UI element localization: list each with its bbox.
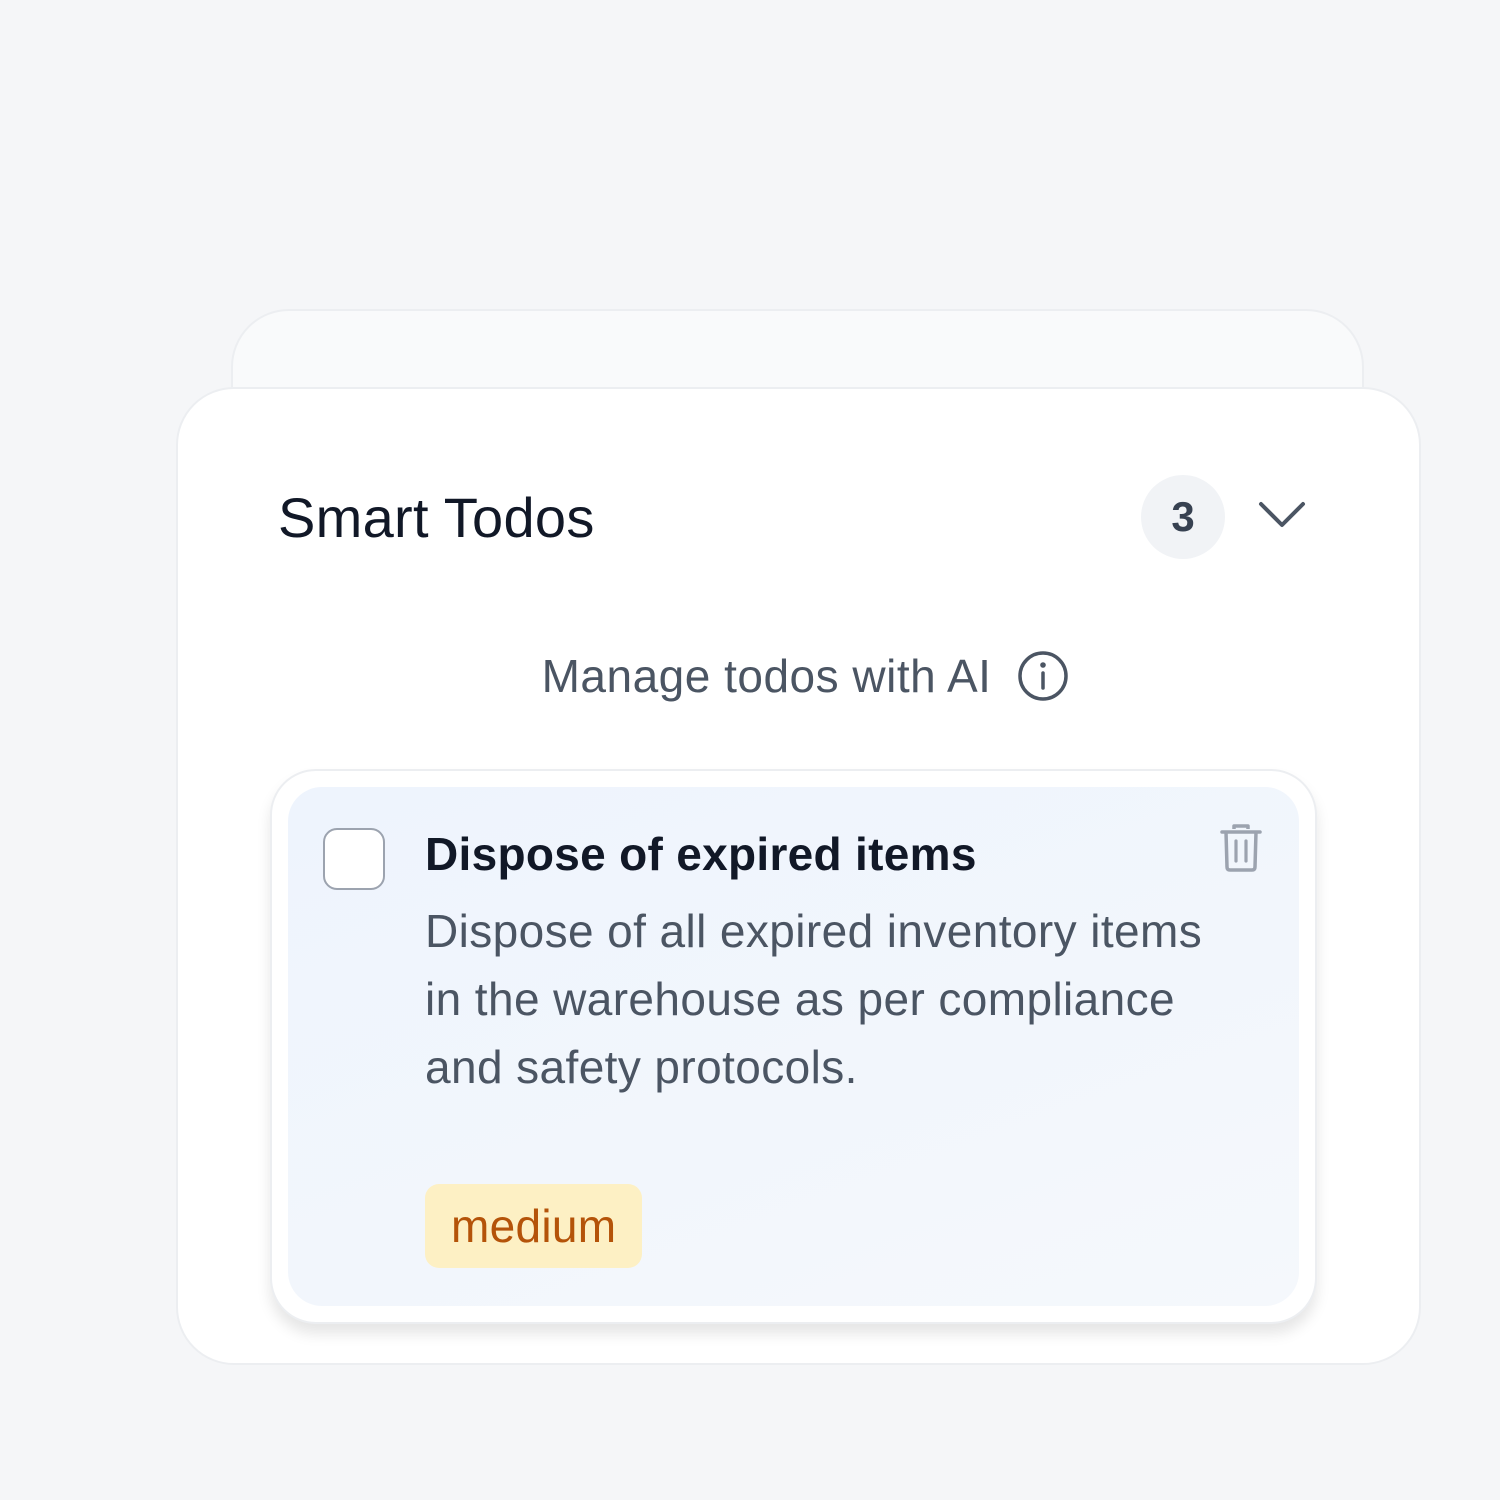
todo-item: Dispose of expired items Dispose of all …	[270, 769, 1317, 1324]
collapse-button[interactable]	[1252, 489, 1312, 539]
todo-description: Dispose of all expired inventory items i…	[425, 905, 1203, 1093]
smart-todos-panel: Smart Todos 3 Manage todos with AI Dispo…	[176, 387, 1421, 1365]
chevron-down-icon	[1259, 502, 1305, 527]
todo-checkbox[interactable]	[323, 828, 385, 890]
todo-count-badge: 3	[1141, 475, 1225, 559]
priority-badge: medium	[425, 1184, 643, 1268]
trash-icon	[1220, 824, 1262, 872]
panel-title: Smart Todos	[278, 486, 595, 549]
todo-title: Dispose of expired items	[425, 828, 977, 880]
info-icon[interactable]	[1017, 650, 1069, 702]
delete-todo-button[interactable]	[1218, 823, 1264, 873]
subtitle-row: Manage todos with AI	[178, 647, 1419, 705]
todo-card: Dispose of expired items Dispose of all …	[288, 787, 1299, 1306]
subtitle-text: Manage todos with AI	[541, 650, 992, 702]
